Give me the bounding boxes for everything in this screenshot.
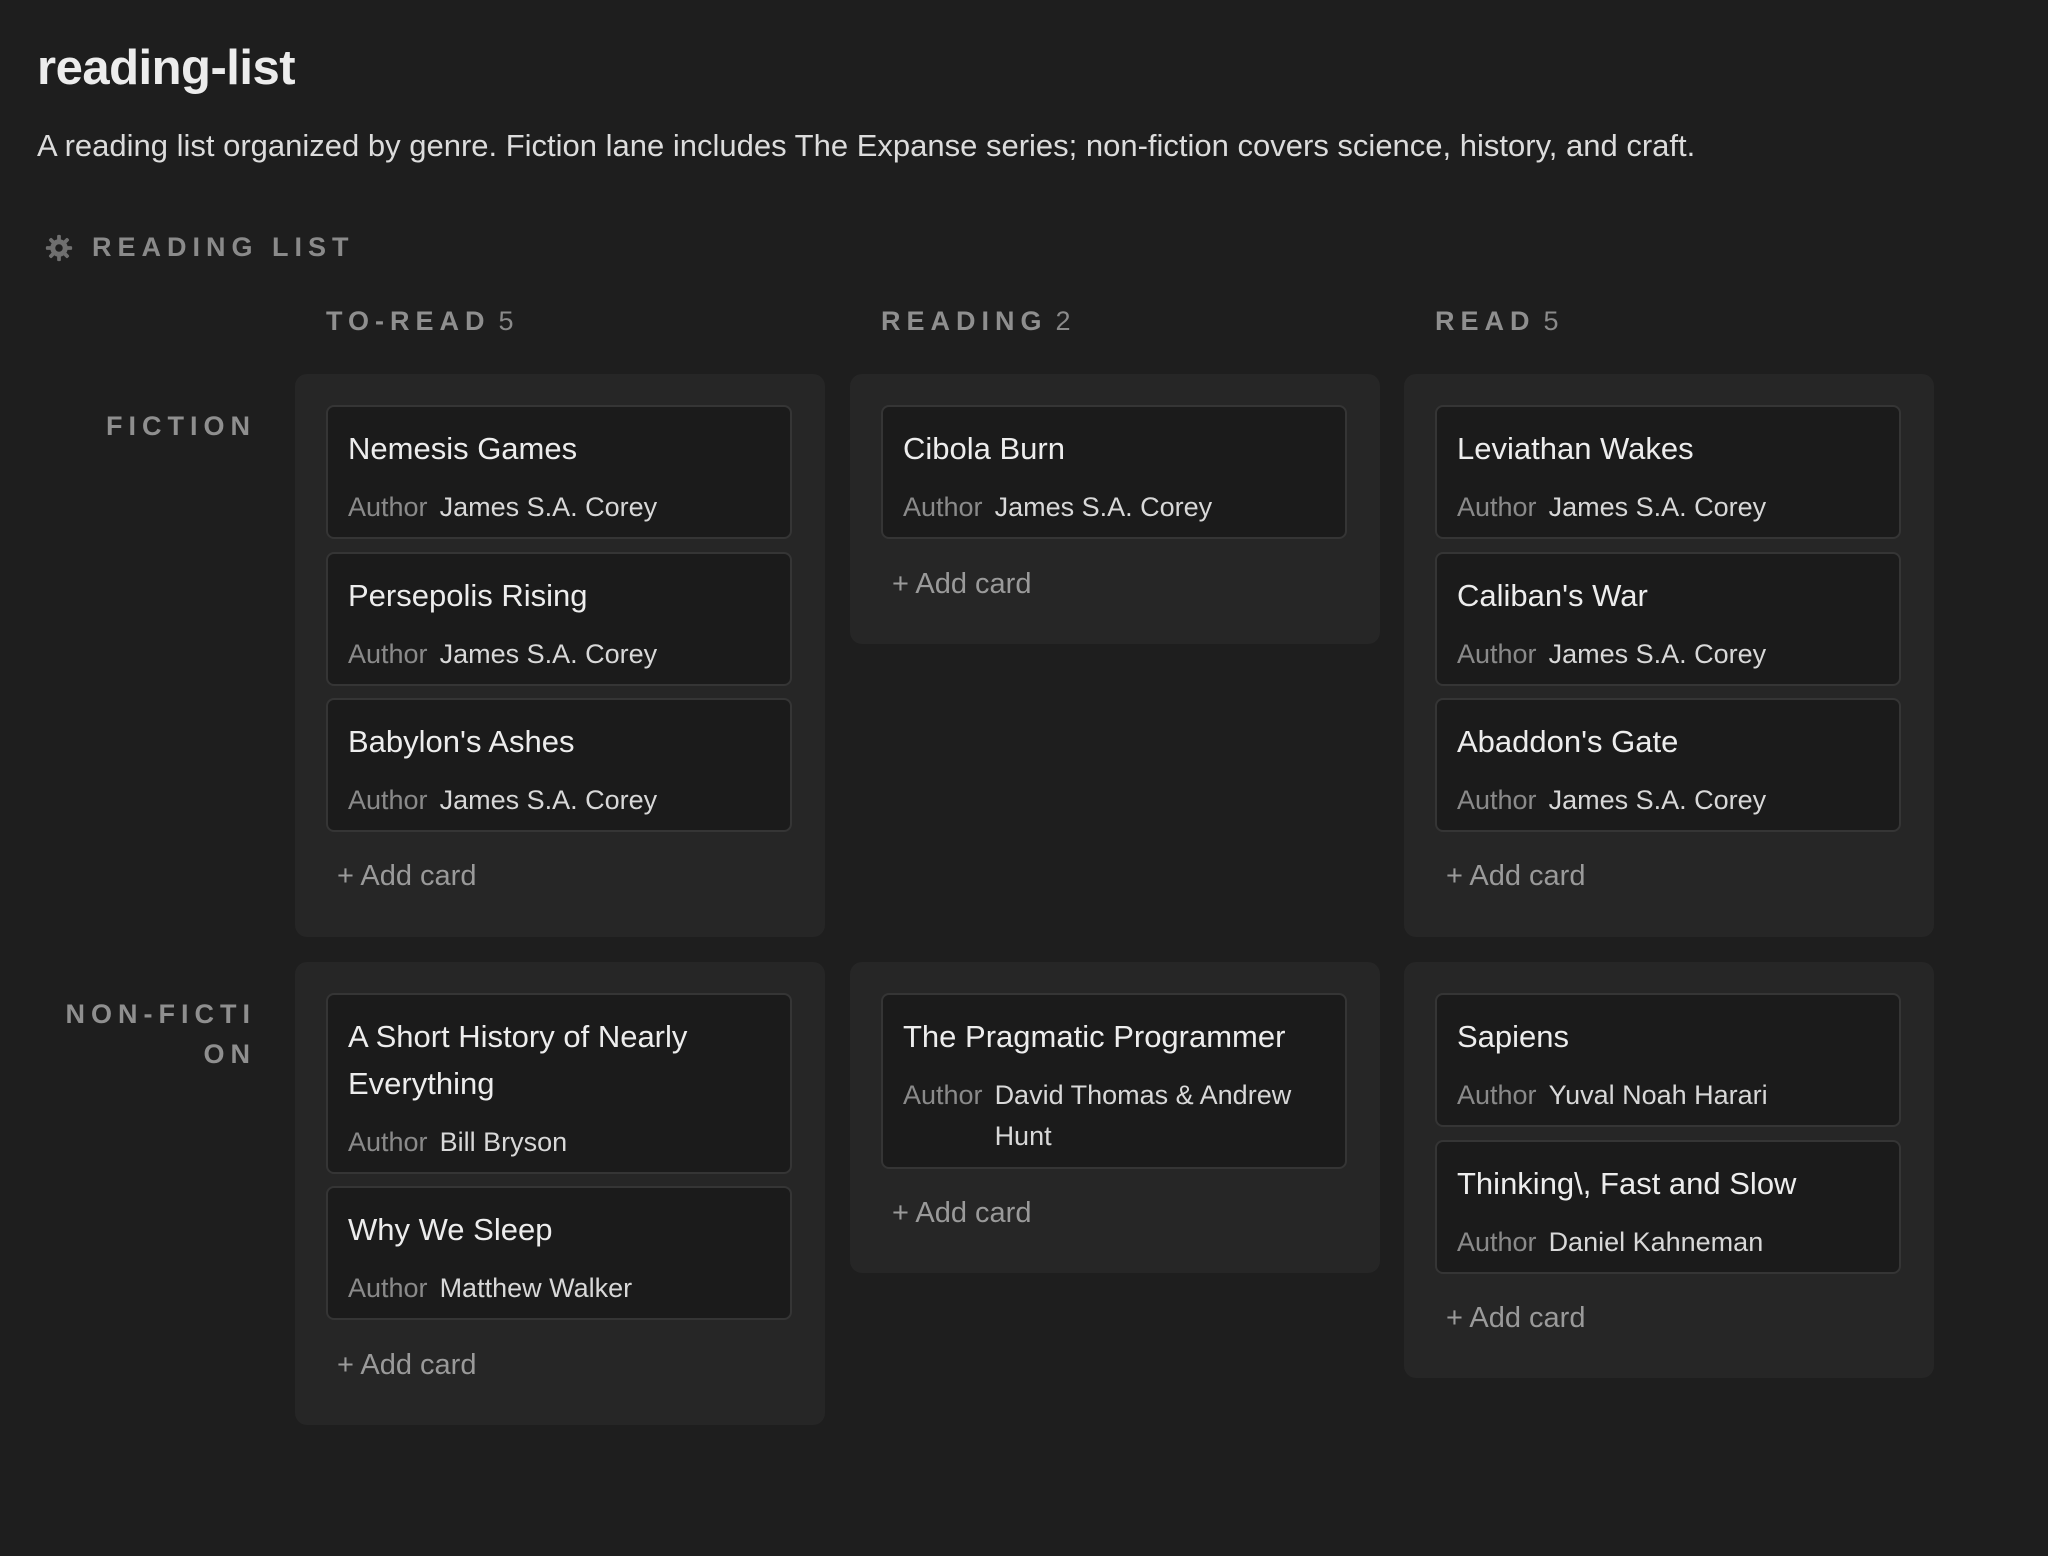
card[interactable]: Caliban's War Author James S.A. Corey <box>1435 552 1901 686</box>
card-title: Abaddon's Gate <box>1457 724 1679 759</box>
gear-icon[interactable] <box>44 233 74 263</box>
page-title: reading-list <box>37 41 296 95</box>
card-title: Cibola Burn <box>903 431 1065 466</box>
card-field-label: Author <box>348 492 428 522</box>
add-card-button[interactable]: + Add card <box>1446 1302 1585 1335</box>
column-count: 2 <box>1055 306 1073 336</box>
card-title: Babylon's Ashes <box>348 724 575 759</box>
card-title: Why We Sleep <box>348 1212 553 1247</box>
card-meta: Author Yuval Noah Harari <box>1457 1075 1889 1116</box>
board-label: READING LIST <box>92 232 355 262</box>
board-header: READING LIST <box>44 232 355 263</box>
card-field-value: James S.A. Corey <box>439 785 658 815</box>
card-meta: Author James S.A. Corey <box>348 780 780 821</box>
card-field-label: Author <box>348 1273 428 1303</box>
card[interactable]: Nemesis Games Author James S.A. Corey <box>326 405 792 539</box>
lane-fiction-reading: Cibola Burn Author James S.A. Corey + Ad… <box>850 374 1380 644</box>
card-field-value: James S.A. Corey <box>439 492 658 522</box>
add-card-button[interactable]: + Add card <box>892 568 1031 601</box>
card[interactable]: Persepolis Rising Author James S.A. Core… <box>326 552 792 686</box>
card-meta: Author James S.A. Corey <box>903 487 1335 528</box>
row-header-fiction: FICTION <box>106 411 256 441</box>
card-meta: Author James S.A. Corey <box>348 487 780 528</box>
card-field-value: James S.A. Corey <box>439 639 658 669</box>
column-header-reading: READING 2 <box>881 306 1073 337</box>
card-field-label: Author <box>1457 492 1537 522</box>
card-title: A Short History of Nearly Everything <box>348 1019 688 1101</box>
card-field-value: James S.A. Corey <box>1548 492 1767 522</box>
card-field-label: Author <box>348 785 428 815</box>
row-header-label: NON-FICTION <box>65 999 256 1069</box>
card[interactable]: A Short History of Nearly Everything Aut… <box>326 993 792 1174</box>
add-card-button[interactable]: + Add card <box>1446 860 1585 893</box>
lane-nonfiction-reading: The Pragmatic Programmer Author David Th… <box>850 962 1380 1273</box>
column-title: TO-READ <box>326 306 491 336</box>
card-field-label: Author <box>1457 785 1537 815</box>
card-meta: Author Matthew Walker <box>348 1268 780 1309</box>
lane-fiction-read: Leviathan Wakes Author James S.A. Corey … <box>1404 374 1934 937</box>
column-title: READ <box>1435 306 1536 336</box>
card-meta: Author James S.A. Corey <box>1457 634 1889 675</box>
card-title: The Pragmatic Programmer <box>903 1019 1286 1054</box>
card[interactable]: Abaddon's Gate Author James S.A. Corey <box>1435 698 1901 832</box>
add-card-button[interactable]: + Add card <box>337 1349 476 1382</box>
card-title: Nemesis Games <box>348 431 578 466</box>
column-header-to-read: TO-READ 5 <box>326 306 516 337</box>
column-count: 5 <box>1543 306 1561 336</box>
row-header-non-fiction: NON-FICTION <box>60 994 256 1074</box>
card-title: Caliban's War <box>1457 578 1648 613</box>
card-field-value: Yuval Noah Harari <box>1548 1080 1768 1110</box>
card[interactable]: Thinking\, Fast and Slow Author Daniel K… <box>1435 1140 1901 1274</box>
add-card-button[interactable]: + Add card <box>892 1197 1031 1230</box>
card-meta: Author Daniel Kahneman <box>1457 1222 1889 1263</box>
card-meta: Author James S.A. Corey <box>1457 487 1889 528</box>
card-field-label: Author <box>1457 1227 1537 1257</box>
page: reading-list A reading list organized by… <box>0 0 2048 1556</box>
card-field-label: Author <box>1457 1080 1537 1110</box>
column-count: 5 <box>498 306 516 336</box>
card-title: Thinking\, Fast and Slow <box>1457 1166 1797 1201</box>
card[interactable]: Babylon's Ashes Author James S.A. Corey <box>326 698 792 832</box>
card-title: Sapiens <box>1457 1019 1570 1054</box>
card-meta: Author James S.A. Corey <box>1457 780 1889 821</box>
card-field-value: Daniel Kahneman <box>1548 1227 1764 1257</box>
card-field-value: James S.A. Corey <box>1548 785 1767 815</box>
card[interactable]: The Pragmatic Programmer Author David Th… <box>881 993 1347 1169</box>
card-field-value: James S.A. Corey <box>994 492 1213 522</box>
column-header-read: READ 5 <box>1435 306 1561 337</box>
lane-fiction-to-read: Nemesis Games Author James S.A. Corey Pe… <box>295 374 825 937</box>
card[interactable]: Leviathan Wakes Author James S.A. Corey <box>1435 405 1901 539</box>
card-field-label: Author <box>348 1127 428 1157</box>
card[interactable]: Sapiens Author Yuval Noah Harari <box>1435 993 1901 1127</box>
card-meta: Author James S.A. Corey <box>348 634 780 675</box>
lane-nonfiction-read: Sapiens Author Yuval Noah Harari Thinkin… <box>1404 962 1934 1378</box>
card[interactable]: Cibola Burn Author James S.A. Corey <box>881 405 1347 539</box>
card[interactable]: Why We Sleep Author Matthew Walker <box>326 1186 792 1320</box>
column-title: READING <box>881 306 1048 336</box>
card-title: Persepolis Rising <box>348 578 588 613</box>
card-meta: Author David Thomas & Andrew Hunt <box>903 1075 1335 1157</box>
card-meta: Author Bill Bryson <box>348 1122 780 1163</box>
card-field-label: Author <box>903 492 983 522</box>
card-field-value: Matthew Walker <box>439 1273 633 1303</box>
card-field-value: James S.A. Corey <box>1548 639 1767 669</box>
card-field-label: Author <box>348 639 428 669</box>
card-title: Leviathan Wakes <box>1457 431 1694 466</box>
page-description: A reading list organized by genre. Ficti… <box>37 128 1696 163</box>
add-card-button[interactable]: + Add card <box>337 860 476 893</box>
lane-nonfiction-to-read: A Short History of Nearly Everything Aut… <box>295 962 825 1425</box>
card-field-value: Bill Bryson <box>439 1127 568 1157</box>
card-field-label: Author <box>1457 639 1537 669</box>
card-field-label: Author <box>903 1080 983 1110</box>
card-field-value: David Thomas & Andrew Hunt <box>994 1080 1292 1151</box>
